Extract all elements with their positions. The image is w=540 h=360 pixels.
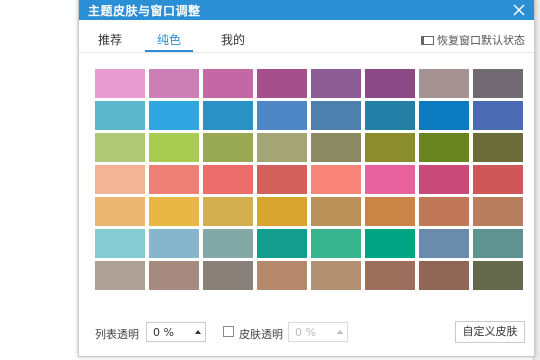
color-swatch[interactable] (95, 261, 145, 290)
color-swatch[interactable] (365, 197, 415, 226)
color-swatch[interactable] (311, 69, 361, 98)
color-swatch[interactable] (473, 101, 523, 130)
color-swatch[interactable] (203, 261, 253, 290)
color-swatch[interactable] (203, 101, 253, 130)
color-swatch[interactable] (257, 133, 307, 162)
color-swatch[interactable] (311, 229, 361, 258)
color-swatch[interactable] (419, 197, 469, 226)
color-swatch[interactable] (257, 261, 307, 290)
dialog-title: 主题皮肤与窗口调整 (88, 4, 201, 18)
close-icon (513, 4, 525, 16)
color-swatch[interactable] (473, 69, 523, 98)
color-swatch[interactable] (365, 133, 415, 162)
title-bar[interactable]: 主题皮肤与窗口调整 (79, 0, 534, 20)
restore-default-label: 恢复窗口默认状态 (437, 34, 525, 47)
color-swatch[interactable] (257, 229, 307, 258)
color-swatch[interactable] (203, 197, 253, 226)
color-swatch[interactable] (473, 165, 523, 194)
color-swatch[interactable] (149, 197, 199, 226)
color-swatch[interactable] (95, 197, 145, 226)
color-swatch[interactable] (365, 261, 415, 290)
skin-transparency-spinner[interactable]: 0 % (288, 322, 348, 342)
color-swatch[interactable] (95, 229, 145, 258)
custom-skin-button[interactable]: 自定义皮肤 (455, 321, 525, 343)
up-arrow-icon (195, 330, 201, 334)
color-swatch[interactable] (419, 165, 469, 194)
tab-recommended[interactable]: 推荐 (98, 31, 122, 48)
color-swatch[interactable] (365, 101, 415, 130)
theme-dialog: 主题皮肤与窗口调整 推荐 纯色 我的 恢复窗口默认状态 列表透明 0 % 皮肤透… (78, 0, 535, 357)
color-swatch[interactable] (149, 69, 199, 98)
color-swatch[interactable] (419, 133, 469, 162)
color-swatch[interactable] (95, 165, 145, 194)
tab-solid-color[interactable]: 纯色 (157, 31, 181, 48)
color-swatch[interactable] (203, 133, 253, 162)
up-arrow-icon (337, 330, 343, 334)
color-swatch[interactable] (311, 133, 361, 162)
color-swatch[interactable] (365, 229, 415, 258)
color-swatch[interactable] (419, 261, 469, 290)
color-swatch[interactable] (203, 165, 253, 194)
color-swatch[interactable] (311, 261, 361, 290)
window-restore-icon (421, 35, 434, 45)
color-swatch[interactable] (257, 101, 307, 130)
color-swatch[interactable] (257, 165, 307, 194)
tab-bar: 推荐 纯色 我的 恢复窗口默认状态 (79, 25, 534, 53)
color-swatch[interactable] (419, 101, 469, 130)
skin-transparency-value: 0 % (295, 326, 316, 339)
list-transparency-label: 列表透明 (95, 328, 139, 341)
color-swatch[interactable] (473, 229, 523, 258)
color-swatch[interactable] (419, 69, 469, 98)
color-swatch[interactable] (149, 165, 199, 194)
list-transparency-value: 0 % (153, 326, 174, 339)
color-swatch[interactable] (311, 197, 361, 226)
color-swatch[interactable] (419, 229, 469, 258)
color-swatch[interactable] (473, 261, 523, 290)
footer-controls: 列表透明 0 % 皮肤透明 0 % 自定义皮肤 (79, 321, 534, 344)
color-swatch[interactable] (473, 133, 523, 162)
color-swatch[interactable] (95, 69, 145, 98)
color-swatch[interactable] (203, 69, 253, 98)
restore-default-button[interactable]: 恢复窗口默认状态 (421, 32, 525, 48)
color-swatch[interactable] (473, 197, 523, 226)
color-swatch[interactable] (365, 69, 415, 98)
color-swatch[interactable] (149, 133, 199, 162)
color-swatch[interactable] (149, 261, 199, 290)
color-swatch[interactable] (365, 165, 415, 194)
color-swatch[interactable] (95, 101, 145, 130)
color-swatch[interactable] (311, 165, 361, 194)
color-swatch[interactable] (257, 69, 307, 98)
color-swatch[interactable] (203, 229, 253, 258)
skin-transparency-label: 皮肤透明 (239, 328, 283, 341)
skin-transparency-checkbox[interactable] (223, 326, 234, 337)
color-swatch[interactable] (95, 133, 145, 162)
tab-mine[interactable]: 我的 (221, 31, 245, 48)
color-swatch[interactable] (149, 229, 199, 258)
list-transparency-spinner[interactable]: 0 % (146, 322, 206, 342)
color-swatch[interactable] (149, 101, 199, 130)
active-tab-indicator (145, 50, 193, 52)
color-swatch[interactable] (311, 101, 361, 130)
close-button[interactable] (511, 1, 527, 19)
color-swatch[interactable] (257, 197, 307, 226)
